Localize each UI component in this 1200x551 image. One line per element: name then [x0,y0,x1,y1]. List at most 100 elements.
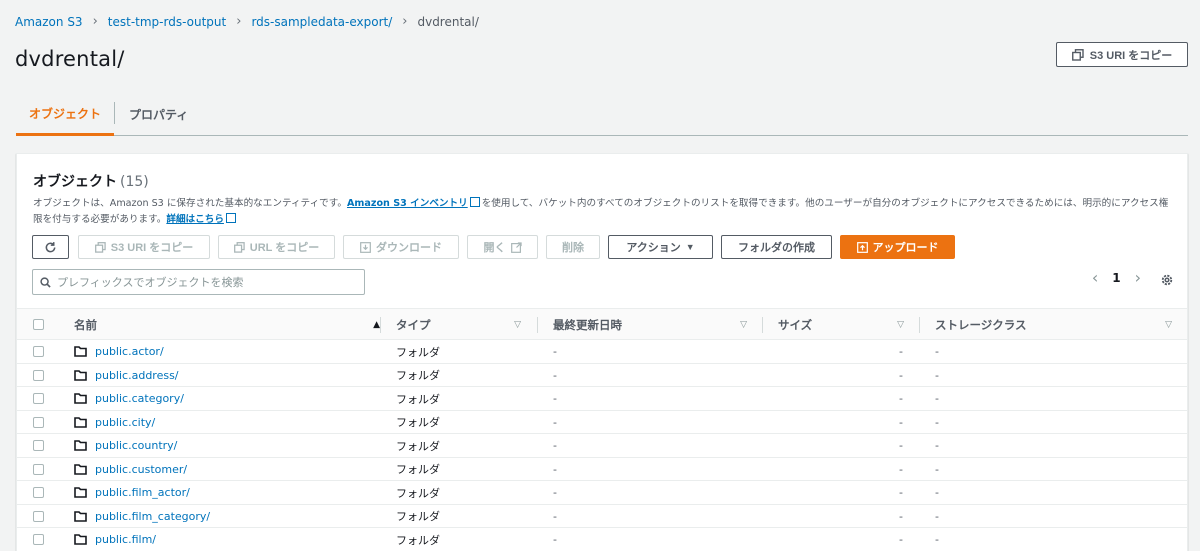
row-checkbox[interactable] [33,458,44,481]
actions-dropdown[interactable]: アクション ▼ [608,235,713,259]
folder-name-cell: public.customer/ [74,458,187,481]
size-cell: - [899,462,903,476]
storage-cell: - [935,415,939,429]
delete-button[interactable]: 削除 [546,235,600,259]
storage-cell: - [935,509,939,523]
folder-name-cell: public.film_actor/ [74,481,190,504]
copy-url-button[interactable]: URL をコピー [218,235,335,259]
copy-url-label: URL をコピー [249,242,320,254]
panel-description: オブジェクトは、Amazon S3 に保存された基本的なエンティティです。Ama… [33,196,1173,228]
folder-link[interactable]: public.category/ [95,392,184,405]
upload-button[interactable]: アップロード [840,235,955,259]
row-checkbox[interactable] [33,481,44,504]
type-cell: フォルダ [396,486,440,500]
current-page[interactable]: 1 [1112,271,1120,285]
row-checkbox[interactable] [33,387,44,410]
modified-cell: - [553,462,557,476]
type-cell: フォルダ [396,345,440,359]
folder-icon [74,534,87,545]
folder-icon [74,346,87,357]
breadcrumb-link-bucket[interactable]: test-tmp-rds-output [108,15,226,29]
breadcrumb-link-amazon-s3[interactable]: Amazon S3 [15,15,83,29]
type-cell: フォルダ [396,439,440,453]
next-page-icon[interactable]: › [1135,268,1141,287]
row-checkbox[interactable] [33,505,44,528]
table-row[interactable]: public.film_category/ フォルダ - - - [17,505,1187,528]
column-header-modified[interactable]: 最終更新日時 ▽ [553,309,747,340]
folder-link[interactable]: public.film/ [95,533,156,546]
table-row[interactable]: public.film/ フォルダ - - - [17,528,1187,551]
size-cell: - [899,439,903,452]
table-row[interactable]: public.actor/ フォルダ - - - [17,340,1187,364]
size-cell: - [899,533,903,546]
column-storage-label: ストレージクラス [935,317,1027,332]
folder-link[interactable]: public.country/ [95,439,177,452]
table-row[interactable]: public.address/ フォルダ - - - [17,364,1187,387]
table-row[interactable]: public.film_actor/ フォルダ - - - [17,481,1187,505]
row-checkbox[interactable] [33,434,44,457]
search-input[interactable] [57,275,357,289]
inventory-link[interactable]: Amazon S3 インベントリ [347,198,468,209]
row-checkbox[interactable] [33,340,44,363]
settings-gear-icon[interactable] [1157,270,1177,290]
column-divider [762,317,763,333]
row-checkbox[interactable] [33,364,44,387]
object-count: (15) [120,174,149,190]
tab-objects[interactable]: オブジェクト [16,94,114,136]
type-cell: フォルダ [396,510,440,523]
folder-icon [74,510,87,522]
column-header-storage[interactable]: ストレージクラス ▽ [935,309,1172,340]
type-cell: フォルダ [396,369,440,382]
folder-icon [74,416,87,428]
folder-name-cell: public.country/ [74,434,177,457]
storage-cell: - [935,368,939,382]
storage-cell: - [935,439,939,452]
download-button[interactable]: ダウンロード [343,235,459,259]
page-title: dvdrental/ [15,47,125,71]
folder-link[interactable]: public.city/ [95,416,155,429]
table-row[interactable]: public.category/ フォルダ - - - [17,387,1187,411]
folder-link[interactable]: public.customer/ [95,463,187,476]
modified-cell: - [553,439,557,452]
table-row[interactable]: public.city/ フォルダ - - - [17,411,1187,434]
download-icon [360,241,371,253]
prev-page-icon[interactable]: ‹ [1092,268,1098,287]
folder-icon [74,369,87,381]
column-header-size[interactable]: サイズ ▽ [778,309,904,340]
row-checkbox[interactable] [33,411,44,434]
folder-name-cell: public.film_category/ [74,505,210,528]
learn-more-link[interactable]: 詳細はこちら [166,214,224,225]
breadcrumb-link-folder[interactable]: rds-sampledata-export/ [251,15,392,29]
folder-link[interactable]: public.film_actor/ [95,486,190,499]
size-cell: - [899,415,903,429]
column-divider [919,317,920,333]
tab-properties[interactable]: プロパティ [129,94,188,134]
actions-label: アクション [626,242,681,254]
column-header-type[interactable]: タイプ ▽ [396,309,521,340]
storage-cell: - [935,345,939,358]
refresh-button[interactable] [32,235,69,259]
folder-link[interactable]: public.address/ [95,369,179,382]
column-divider [537,317,538,333]
folder-link[interactable]: public.film_category/ [95,510,210,523]
storage-cell: - [935,462,939,476]
chevron-right-icon: › [92,14,98,29]
size-cell: - [899,392,903,405]
create-folder-button[interactable]: フォルダの作成 [721,235,832,259]
table-row[interactable]: public.country/ フォルダ - - - [17,434,1187,458]
column-name-label: 名前 [74,317,97,332]
copy-s3-uri-button[interactable]: S3 URI をコピー [78,235,210,259]
storage-cell: - [935,533,939,546]
caret-down-icon: ▼ [685,242,695,252]
select-all-checkbox[interactable] [33,309,44,340]
copy-icon [233,241,245,253]
copy-s3-uri-header-button[interactable]: S3 URI をコピー [1056,42,1188,67]
column-size-label: サイズ [778,317,813,332]
folder-link[interactable]: public.actor/ [95,345,164,358]
table-row[interactable]: public.customer/ フォルダ - - - [17,458,1187,481]
type-cell: フォルダ [396,392,440,406]
open-button[interactable]: 開く [467,235,538,259]
column-header-name[interactable]: 名前 ▲ [74,309,380,340]
row-checkbox[interactable] [33,528,44,551]
storage-cell: - [935,486,939,499]
